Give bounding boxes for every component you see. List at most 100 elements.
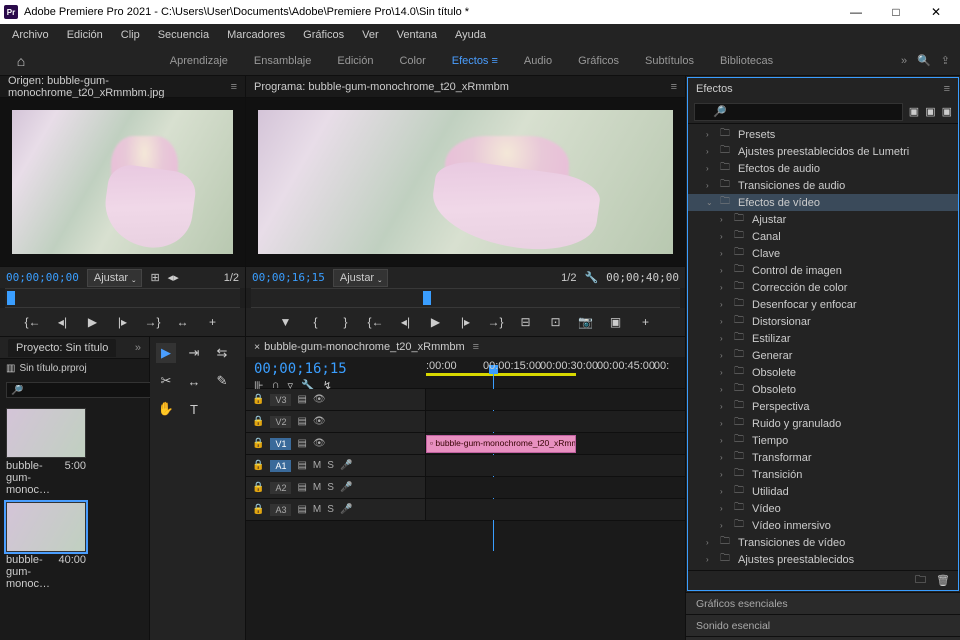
program-scrubber[interactable] (251, 288, 680, 308)
track-toggle[interactable]: A3 (270, 504, 291, 516)
lift-icon[interactable]: ⊟ (517, 315, 535, 329)
slip-icon[interactable]: ↔ (184, 371, 204, 391)
target-icon[interactable]: ▤ (297, 394, 306, 405)
compare-icon[interactable]: ▣ (607, 315, 625, 329)
mark-in-icon[interactable]: {← (24, 315, 42, 329)
effects-folder[interactable]: ›🗀Transiciones de audio (688, 177, 958, 194)
preset-icon[interactable]: ▣ (925, 105, 935, 118)
timeline-timecode[interactable]: 00;00;16;15 (254, 361, 418, 377)
effects-folder[interactable]: ›🗀Efectos de audio (688, 160, 958, 177)
project-clip[interactable]: bubble-gum-monoc…40:00 (6, 502, 86, 592)
type-icon[interactable]: T (184, 399, 204, 419)
goto-in-icon[interactable]: {← (367, 315, 385, 329)
step-icon[interactable]: ◂▸ (168, 271, 179, 284)
effects-folder[interactable]: ›🗀Transición (688, 466, 958, 483)
wrench-icon[interactable]: 🔧 (584, 271, 598, 284)
home-button[interactable]: ⌂ (0, 53, 42, 69)
source-monitor[interactable] (0, 98, 245, 266)
lock-icon[interactable]: 🔒 (252, 416, 264, 427)
track-toggle[interactable]: V2 (270, 416, 291, 428)
workspace-tab[interactable]: Color (399, 53, 425, 69)
effects-folder[interactable]: ›🗀Ajustes preestablecidos de Lumetri (688, 143, 958, 160)
close-button[interactable]: ✕ (916, 1, 956, 23)
menu-ventana[interactable]: Ventana (389, 26, 445, 44)
eye-icon[interactable]: 👁 (313, 416, 326, 427)
workspace-tab[interactable]: Edición (337, 53, 373, 69)
step-fwd-icon[interactable]: |▸ (457, 315, 475, 329)
lock-icon[interactable]: 🔒 (252, 394, 264, 405)
maximize-button[interactable]: □ (876, 1, 916, 23)
new-bin-icon[interactable]: 🗀 (915, 571, 926, 590)
add-icon[interactable]: + (204, 315, 222, 329)
step-back-icon[interactable]: ◂| (397, 315, 415, 329)
timeline-clip[interactable]: ▫ bubble-gum-monochrome_t20_xRmmb (426, 435, 576, 453)
effects-folder[interactable]: ›🗀Distorsionar (688, 313, 958, 330)
effects-folder[interactable]: ›🗀Estilizar (688, 330, 958, 347)
track-toggle[interactable]: A2 (270, 482, 291, 494)
delete-icon[interactable]: 🗑 (936, 574, 950, 587)
project-clip[interactable]: bubble-gum-monoc…5:00 (6, 408, 86, 498)
goto-out-icon[interactable]: →} (487, 315, 505, 329)
workspace-tab[interactable]: Audio (524, 53, 552, 69)
collapsed-panel[interactable]: Sonido esencial (686, 615, 960, 637)
settings-icon[interactable]: ⊞ (150, 271, 159, 284)
workspace-tab[interactable]: Subtítulos (645, 53, 694, 69)
effects-folder[interactable]: ›🗀Vídeo inmersivo (688, 517, 958, 534)
panel-menu-icon[interactable]: ≡ (944, 83, 950, 95)
target-icon[interactable]: ▤ (297, 460, 306, 471)
mic-icon[interactable]: 🎤 (340, 460, 352, 471)
effects-folder[interactable]: ›🗀Transformar (688, 449, 958, 466)
eye-icon[interactable]: M (313, 482, 321, 493)
extract-icon[interactable]: ⊡ (547, 315, 565, 329)
menu-ayuda[interactable]: Ayuda (447, 26, 494, 44)
source-scrubber[interactable] (5, 288, 240, 308)
effects-folder[interactable]: ›🗀Control de imagen (688, 262, 958, 279)
effects-folder[interactable]: ›🗀Ajustes preestablecidos (688, 551, 958, 568)
effects-folder[interactable]: ›🗀Utilidad (688, 483, 958, 500)
ripple-icon[interactable]: ⇆ (212, 343, 232, 363)
mic-icon[interactable]: 🎤 (340, 482, 352, 493)
effects-folder[interactable]: ›🗀Vídeo (688, 500, 958, 517)
effects-folder[interactable]: ›🗀Transiciones de vídeo (688, 534, 958, 551)
add-icon[interactable]: + (637, 315, 655, 329)
time-ruler[interactable]: :00:0000:00:15:0000:00:30:0000:00:45:000… (426, 360, 685, 374)
track-select-icon[interactable]: ⇥ (184, 343, 204, 363)
effects-folder[interactable]: ›🗀Ajustar (688, 211, 958, 228)
preset-icon[interactable]: ▣ (942, 105, 952, 118)
program-fit-dropdown[interactable]: Ajustar ˬ (333, 269, 389, 287)
pen-icon[interactable]: ✎ (212, 371, 232, 391)
razor-icon[interactable]: ✂ (156, 371, 176, 391)
panel-menu-icon[interactable]: ≡ (231, 81, 237, 93)
target-icon[interactable]: ▤ (297, 438, 306, 449)
workspace-tab[interactable]: Efectos ≡ (452, 53, 498, 69)
effects-folder[interactable]: ›🗀Perspectiva (688, 398, 958, 415)
source-zoom[interactable]: 1/2 (224, 272, 239, 284)
effects-folder[interactable]: ›🗀Corrección de color (688, 279, 958, 296)
selection-tool-icon[interactable]: ▶ (156, 343, 176, 363)
effects-folder[interactable]: ›🗀Obsoleto (688, 381, 958, 398)
menu-edición[interactable]: Edición (59, 26, 111, 44)
search-icon[interactable]: 🔍 (917, 54, 931, 67)
menu-ver[interactable]: Ver (354, 26, 387, 44)
effects-folder[interactable]: ›🗀Clave (688, 245, 958, 262)
marker-icon[interactable]: ▼ (277, 315, 295, 329)
step-back-icon[interactable]: ◂| (54, 315, 72, 329)
play-icon[interactable]: ▶ (427, 315, 445, 329)
insert-icon[interactable]: ↔ (174, 315, 192, 329)
export-frame-icon[interactable]: 📷 (577, 315, 595, 329)
in-icon[interactable]: { (307, 315, 325, 329)
track-toggle[interactable]: A1 (270, 460, 291, 472)
program-zoom[interactable]: 1/2 (561, 272, 576, 284)
eye-icon[interactable]: 👁 (313, 438, 326, 449)
lock-icon[interactable]: 🔒 (252, 482, 264, 493)
menu-clip[interactable]: Clip (113, 26, 148, 44)
mark-out-icon[interactable]: →} (144, 315, 162, 329)
lock-icon[interactable]: 🔒 (252, 460, 264, 471)
step-fwd-icon[interactable]: |▸ (114, 315, 132, 329)
project-tab[interactable]: Proyecto: Sin título» (0, 337, 149, 359)
program-monitor[interactable] (246, 98, 685, 266)
eye-icon[interactable]: 👁 (313, 394, 326, 405)
target-icon[interactable]: ▤ (297, 482, 306, 493)
workspace-tab[interactable]: Bibliotecas (720, 53, 773, 69)
eye-icon[interactable]: M (313, 504, 321, 515)
